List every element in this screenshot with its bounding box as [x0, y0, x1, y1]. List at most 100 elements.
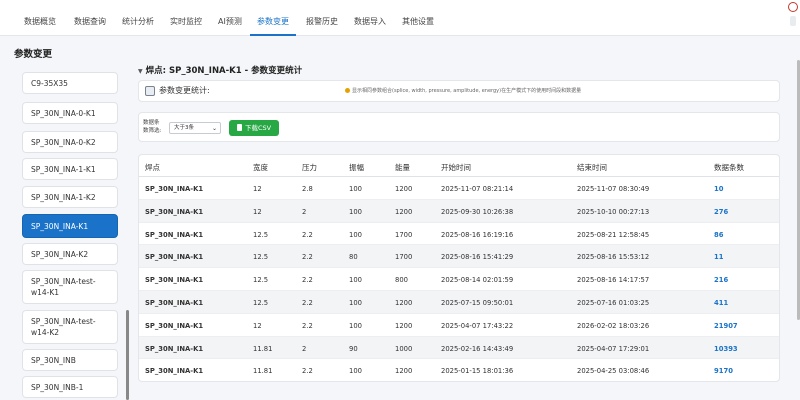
table-cell: 1200	[395, 207, 413, 216]
table-cell: 2.2	[302, 276, 313, 285]
table-cell: 1000	[395, 344, 413, 353]
sidebar-item[interactable]: SP_30N_INA-test-w14-K1	[22, 270, 118, 304]
tab-param-change[interactable]: 参数变更	[250, 0, 296, 36]
count-filter-value: 大于3条	[174, 125, 194, 131]
table-cell: 12.5	[253, 276, 269, 285]
tab-ai-predict[interactable]: AI预测	[218, 0, 242, 36]
table-row[interactable]: SP_30N_INA-K1 12 2.8 100 1200 2025-11-07 08:2…	[139, 177, 779, 200]
table-cell: 2025-11-07 08:30:49	[577, 185, 650, 193]
param-change-table: 焊点 宽度 压力 振幅 能量 开始时间 结束时间 数据条数 SP_30N_INA…	[138, 154, 780, 382]
info-card: 参数变更统计: 显示相同参数组合(splice, width, pressure…	[138, 80, 780, 102]
sidebar-item[interactable]: SP_30N_INB-1	[22, 376, 118, 398]
table-cell: 2.2	[302, 367, 313, 376]
pin-icon	[345, 88, 350, 93]
table-cell: 2025-08-21 12:58:45	[577, 230, 650, 239]
table-cell-count[interactable]: 86	[714, 231, 723, 239]
table-cell: SP_30N_INA-K1	[145, 253, 204, 262]
chevron-down-icon: ⌄	[211, 125, 217, 132]
sidebar-item[interactable]: SP_30N_INA-test-w14-K2	[22, 310, 118, 344]
tab-overview[interactable]: 数据概览	[24, 0, 56, 36]
table-cell: 100	[349, 230, 362, 239]
filter-card: 数据条数筛选: 大于3条 ⌄ 下载CSV	[138, 112, 780, 142]
table-cell: 2	[302, 207, 307, 216]
table-cell: 11.81	[253, 344, 273, 353]
table-cell-count[interactable]: 10393	[714, 345, 738, 353]
weld-point-list: C9-35X35 SP_30N_INA-0-K1 SP_30N_INA-0-K2…	[14, 62, 132, 400]
table-cell-count[interactable]: 21907	[714, 322, 738, 330]
table-row[interactable]: SP_30N_INA-K1 12.5 2.2 100 1200 2025-07-15 09…	[139, 291, 779, 314]
table-cell: 2.2	[302, 230, 313, 239]
sidebar-item[interactable]: SP_30N_INA-K2	[22, 243, 118, 265]
tab-query[interactable]: 数据查询	[74, 0, 106, 36]
sidebar-item[interactable]: SP_30N_INA-1-K2	[22, 186, 118, 208]
tab-data-import[interactable]: 数据导入	[354, 0, 386, 36]
column-header[interactable]: 焊点	[145, 162, 160, 173]
table-cell-count[interactable]: 10	[714, 185, 723, 193]
table-cell: SP_30N_INA-K1	[145, 207, 204, 216]
table-cell: 2.2	[302, 253, 313, 262]
table-cell: 100	[349, 299, 362, 307]
table-cell: 2	[302, 344, 307, 353]
sidebar-item-selected[interactable]: SP_30N_INA-K1	[22, 214, 118, 238]
table-row[interactable]: SP_30N_INA-K1 12 2 100 1200 2025-09-30 10:26:…	[139, 199, 779, 223]
table-cell: 12.5	[253, 230, 269, 239]
table-row[interactable]: SP_30N_INA-K1 11.81 2.2 100 1200 2025-01-15 1…	[139, 359, 779, 381]
sidebar-item[interactable]: C9-35X35	[22, 72, 118, 94]
table-cell: 2025-01-15 18:01:36	[441, 367, 514, 376]
table-cell: 12	[253, 207, 262, 216]
close-icon[interactable]	[788, 2, 798, 12]
table-cell: 12.5	[253, 299, 269, 307]
table-cell: 1200	[395, 367, 413, 376]
table-cell: 2025-04-07 17:43:22	[441, 321, 514, 330]
section-title: ▼ 焊点: SP_30N_INA-K1 - 参数变更统计	[138, 64, 302, 76]
tab-statistics[interactable]: 统计分析	[122, 0, 154, 36]
table-cell-count[interactable]: 11	[714, 253, 723, 261]
table-row[interactable]: SP_30N_INA-K1 12.5 2.2 100 1700 2025-08-16 16…	[139, 223, 779, 246]
window-handle-icon[interactable]	[790, 16, 796, 26]
table-cell: 2025-07-15 09:50:01	[441, 299, 514, 307]
table-cell: SP_30N_INA-K1	[145, 321, 204, 330]
table-cell: 2025-08-16 15:53:12	[577, 253, 650, 262]
table-cell: 2025-09-30 10:26:38	[441, 207, 514, 216]
table-cell-count[interactable]: 411	[714, 299, 728, 307]
sidebar-item[interactable]: SP_30N_INA-1-K1	[22, 158, 118, 180]
column-header[interactable]: 结束时间	[577, 162, 607, 173]
sidebar-item[interactable]: SP_30N_INA-0-K2	[22, 131, 118, 153]
download-csv-button[interactable]: 下载CSV	[229, 120, 279, 136]
column-header[interactable]: 数据条数	[714, 162, 744, 173]
table-cell: 2025-08-16 15:41:29	[441, 253, 514, 262]
table-cell: 100	[349, 276, 362, 285]
table-cell-count[interactable]: 276	[714, 208, 728, 216]
column-header[interactable]: 开始时间	[441, 162, 471, 173]
column-header[interactable]: 振幅	[349, 162, 364, 173]
sidebar-item[interactable]: SP_30N_INB	[22, 349, 118, 371]
tab-other-settings[interactable]: 其他设置	[402, 0, 434, 36]
sidebar-item[interactable]: SP_30N_INA-0-K1	[22, 102, 118, 124]
table-cell: 12	[253, 185, 262, 193]
top-nav: 数据概览 数据查询 统计分析 实时监控 AI预测 参数变更 报警历史 数据导入 …	[0, 0, 800, 36]
column-header[interactable]: 压力	[302, 162, 317, 173]
table-row[interactable]: SP_30N_INA-K1 12.5 2.2 100 800 2025-08-14 02:…	[139, 268, 779, 291]
table-cell: 100	[349, 367, 362, 376]
table-cell: 2025-07-16 01:03:25	[577, 299, 650, 307]
table-cell: 2.8	[302, 185, 313, 193]
tab-alarm-history[interactable]: 报警历史	[306, 0, 338, 36]
table-cell: 2025-02-16 14:43:49	[441, 344, 514, 353]
info-label: 参数变更统计:	[159, 86, 210, 95]
table-cell: SP_30N_INA-K1	[145, 367, 204, 376]
info-description: 显示相同参数组合(splice, width, pressure, amplit…	[352, 88, 582, 94]
table-row[interactable]: SP_30N_INA-K1 12 2.2 100 1200 2025-04-07 17:4…	[139, 314, 779, 337]
table-row[interactable]: SP_30N_INA-K1 11.81 2 90 1000 2025-02-16 14:4…	[139, 336, 779, 360]
table-cell: 80	[349, 253, 358, 262]
column-header[interactable]: 宽度	[253, 162, 268, 173]
table-cell-count[interactable]: 9170	[714, 367, 733, 375]
table-cell: 90	[349, 344, 358, 353]
chart-icon	[145, 86, 155, 96]
table-cell: 2025-11-07 08:21:14	[441, 185, 514, 193]
sidebar-scrollbar[interactable]	[126, 310, 129, 400]
table-row[interactable]: SP_30N_INA-K1 12.5 2.2 80 1700 2025-08-16 15:…	[139, 245, 779, 269]
table-cell-count[interactable]: 216	[714, 276, 728, 284]
column-header[interactable]: 能量	[395, 162, 410, 173]
tab-monitor[interactable]: 实时监控	[170, 0, 202, 36]
count-filter-select[interactable]: 大于3条 ⌄	[169, 122, 221, 134]
